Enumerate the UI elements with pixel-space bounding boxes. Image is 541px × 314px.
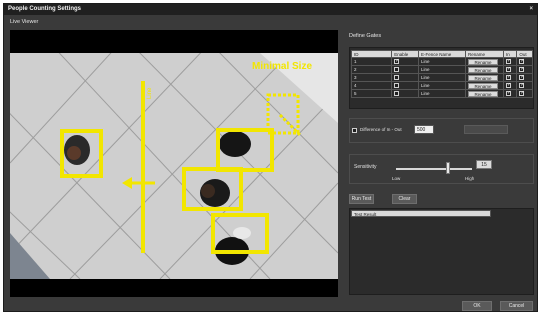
minimal-size-label: Minimal Size bbox=[252, 61, 312, 72]
gate-in-cell bbox=[502, 65, 518, 74]
gate-in-cell bbox=[502, 89, 518, 98]
run-test-button[interactable]: Run Test bbox=[349, 194, 374, 204]
gate-enable-cell bbox=[391, 89, 420, 98]
gate-row: 1 LineRename bbox=[350, 57, 533, 66]
gates-header-row: ID Enable E-Fence Name Rename In Out bbox=[350, 50, 533, 58]
gate-out-cell bbox=[516, 73, 533, 82]
sensitivity-slider-thumb[interactable] bbox=[445, 162, 450, 174]
gate-name: Line bbox=[418, 89, 466, 98]
rename-button[interactable]: Rename bbox=[467, 66, 498, 73]
live-viewer[interactable]: Line Minimal Size bbox=[10, 30, 338, 297]
col-id: ID bbox=[350, 50, 393, 58]
gate-out-checkbox[interactable] bbox=[519, 58, 525, 65]
gate-out-cell bbox=[516, 81, 533, 90]
gate-out-checkbox[interactable] bbox=[519, 90, 525, 97]
gate-enable-cell bbox=[391, 73, 420, 82]
col-enable: Enable bbox=[391, 50, 420, 58]
live-viewer-label: Live Viewer bbox=[10, 19, 39, 25]
difference-input[interactable]: 500 bbox=[414, 125, 434, 134]
gate-name: Line bbox=[418, 65, 466, 74]
gate-name: Line bbox=[418, 73, 466, 82]
col-rename: Rename bbox=[464, 50, 504, 58]
gate-out-checkbox[interactable] bbox=[519, 74, 525, 81]
gates-table: ID Enable E-Fence Name Rename In Out 1 Li… bbox=[350, 50, 533, 98]
gate-rename-cell: Rename bbox=[464, 73, 504, 82]
gate-out-cell bbox=[516, 65, 533, 74]
gate-enable-checkbox[interactable] bbox=[394, 75, 400, 81]
gate-out-cell bbox=[516, 89, 533, 98]
rename-button[interactable]: Rename bbox=[467, 82, 498, 89]
gate-id: 4 bbox=[350, 81, 393, 90]
gate-out-checkbox[interactable] bbox=[519, 66, 525, 73]
gate-row: 5 Line Rename bbox=[350, 89, 533, 98]
sensitivity-high-label: High bbox=[465, 176, 475, 181]
gate-enable-checkbox[interactable] bbox=[394, 83, 400, 89]
gate-enable-checkbox[interactable] bbox=[394, 58, 399, 65]
gate-rename-cell: Rename bbox=[464, 65, 504, 74]
clear-button[interactable]: Clear bbox=[392, 194, 417, 204]
gates-table-panel: ID Enable E-Fence Name Rename In Out 1 Li… bbox=[349, 47, 534, 109]
ok-button[interactable]: OK bbox=[462, 301, 492, 311]
test-result-header: Test Result bbox=[351, 210, 491, 217]
gate-enable-cell bbox=[391, 81, 420, 90]
col-out: Out bbox=[516, 50, 533, 58]
gate-in-cell bbox=[502, 57, 518, 66]
sensitivity-slider-track[interactable] bbox=[396, 168, 472, 170]
define-gates-label: Define Gates bbox=[349, 33, 382, 39]
camera-video-frame[interactable]: Line Minimal Size bbox=[10, 53, 338, 279]
gate-enable-cell bbox=[391, 65, 420, 74]
gate-row: 4 Line Rename bbox=[350, 81, 533, 90]
gate-name: Line bbox=[418, 57, 466, 66]
gate-in-checkbox[interactable] bbox=[505, 82, 511, 89]
sensitivity-panel: Sensitivity 15 Low High bbox=[349, 154, 534, 184]
gate-id: 2 bbox=[350, 65, 393, 74]
gate-out-cell bbox=[516, 57, 533, 66]
sensitivity-value[interactable]: 15 bbox=[476, 160, 492, 169]
difference-panel: Difference of In - Out 500 bbox=[349, 118, 534, 143]
gate-out-checkbox[interactable] bbox=[519, 82, 525, 89]
gate-rename-cell: Rename bbox=[464, 57, 504, 66]
cancel-button[interactable]: Cancel bbox=[500, 301, 533, 311]
gate-in-cell bbox=[502, 81, 518, 90]
title-bar: People Counting Settings × bbox=[4, 4, 537, 15]
gate-enable-checkbox[interactable] bbox=[394, 91, 400, 97]
difference-label: Difference of In - Out bbox=[360, 127, 402, 132]
col-in: In bbox=[502, 50, 518, 58]
rename-button[interactable]: Rename bbox=[467, 90, 498, 97]
col-name: E-Fence Name bbox=[418, 50, 466, 58]
gate-rename-cell: Rename bbox=[464, 81, 504, 90]
window-title: People Counting Settings bbox=[8, 6, 81, 12]
gate-in-checkbox[interactable] bbox=[505, 90, 511, 97]
gate-name: Line bbox=[418, 81, 466, 90]
gate-id: 3 bbox=[350, 73, 393, 82]
gate-in-checkbox[interactable] bbox=[505, 66, 511, 73]
gate-in-cell bbox=[502, 73, 518, 82]
gate-enable-cell bbox=[391, 57, 420, 66]
gate-in-checkbox[interactable] bbox=[505, 74, 511, 81]
close-icon[interactable]: × bbox=[529, 4, 533, 15]
gate-row: 2 Line Rename bbox=[350, 65, 533, 74]
rename-button[interactable]: Rename bbox=[467, 58, 498, 65]
difference-secondary-field[interactable] bbox=[464, 125, 508, 134]
line-label: Line bbox=[147, 87, 153, 99]
gate-in-checkbox[interactable] bbox=[505, 58, 511, 65]
gate-row: 3 Line Rename bbox=[350, 73, 533, 82]
sensitivity-label: Sensitivity bbox=[354, 164, 377, 170]
settings-window: People Counting Settings × Live Viewer L… bbox=[3, 3, 538, 312]
gate-id: 5 bbox=[350, 89, 393, 98]
rename-button[interactable]: Rename bbox=[467, 74, 498, 81]
sensitivity-low-label: Low bbox=[392, 176, 401, 181]
test-result-panel: Test Result bbox=[349, 208, 534, 295]
gates-body: 1LineRename2LineRename3LineRename4LineRe… bbox=[350, 57, 533, 98]
difference-checkbox[interactable] bbox=[352, 128, 357, 133]
gate-id: 1 bbox=[350, 57, 393, 66]
gate-enable-checkbox[interactable] bbox=[394, 67, 400, 73]
gate-rename-cell: Rename bbox=[464, 89, 504, 98]
